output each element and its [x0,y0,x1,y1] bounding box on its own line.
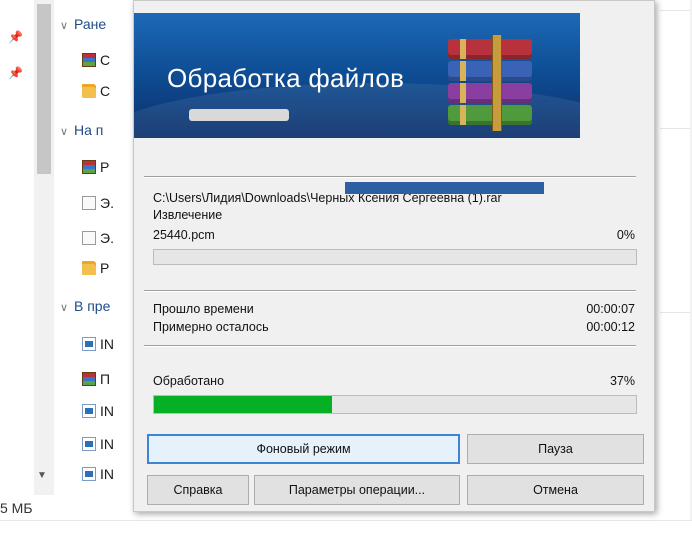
current-file-name: 25440.pcm [153,228,215,242]
remaining-value: 00:00:12 [586,320,635,334]
banner-title: Обработка файлов [167,63,405,93]
pin-icon[interactable]: 📌 [8,30,23,44]
help-button[interactable]: Справка [147,475,249,505]
scrollbar-thumb[interactable] [37,4,51,174]
image-file-icon [82,337,96,351]
background-mode-button[interactable]: Фоновый режим [147,434,460,464]
rar-archive-icon [82,372,96,386]
nav-group-pinned[interactable]: ∨ На п [60,120,103,140]
nav-group-earlier[interactable]: ∨ В пре [60,296,110,316]
navigation-pane: ∨ Ране С С ∨ На п Р Э. Э. Р ∨ В пре IN П IN… [60,0,140,500]
total-progress-fill [154,396,333,413]
chevron-down-icon[interactable]: ∨ [60,298,74,318]
status-divider [0,520,692,521]
nav-item[interactable]: С [82,50,110,70]
separator [144,176,636,177]
image-file-icon [82,437,96,451]
pin-icon[interactable]: 📌 [8,66,23,80]
rar-archive-icon [82,53,96,67]
image-file-icon [82,467,96,481]
pause-button[interactable]: Пауза [467,434,644,464]
elapsed-value: 00:00:07 [586,302,635,316]
document-icon [82,231,96,245]
nav-item[interactable]: IN [82,464,114,484]
rar-archive-icon [82,160,96,174]
nav-item[interactable]: С [82,81,110,101]
nav-item[interactable]: Р [82,258,109,278]
image-file-icon [82,404,96,418]
nav-item[interactable]: П [82,369,110,389]
total-progress-bar [153,395,637,414]
processed-label: Обработано [153,374,225,388]
nav-item[interactable]: IN [82,434,114,454]
nav-item[interactable]: IN [82,334,114,354]
cancel-button[interactable]: Отмена [467,475,644,505]
nav-item[interactable]: Э. [82,228,114,248]
separator [144,290,636,291]
document-icon [82,196,96,210]
folder-icon [82,84,96,98]
folder-icon [82,261,96,275]
scroll-down-arrow-icon[interactable]: ▼ [37,470,47,481]
redacted-area [189,109,289,121]
redacted-area [345,182,544,194]
winrar-logo-icon [442,35,542,131]
nav-item[interactable]: IN [82,401,114,421]
chevron-down-icon[interactable]: ∨ [60,122,74,142]
remaining-label: Примерно осталось [153,320,269,334]
status-size-text: 5 МБ [0,500,33,516]
elapsed-label: Прошло времени [153,302,254,316]
navigation-scrollbar[interactable]: ▼ [34,0,54,495]
nav-group-recent[interactable]: ∨ Ране [60,14,106,34]
operation-label: Извлечение [153,208,223,222]
operation-options-button[interactable]: Параметры операции... [254,475,460,505]
dialog-banner: Обработка файлов [134,13,580,138]
file-percent: 0% [616,228,635,242]
file-progress-bar [153,249,637,265]
nav-item[interactable]: Р [82,157,109,177]
pin-column: 📌 📌 [0,0,32,540]
separator [144,345,636,346]
chevron-down-icon[interactable]: ∨ [60,16,74,36]
processed-percent: 37% [609,374,635,388]
nav-item[interactable]: Э. [82,193,114,213]
winrar-progress-dialog: Обработка файлов C:\Users\Лидия\Download… [133,0,655,512]
